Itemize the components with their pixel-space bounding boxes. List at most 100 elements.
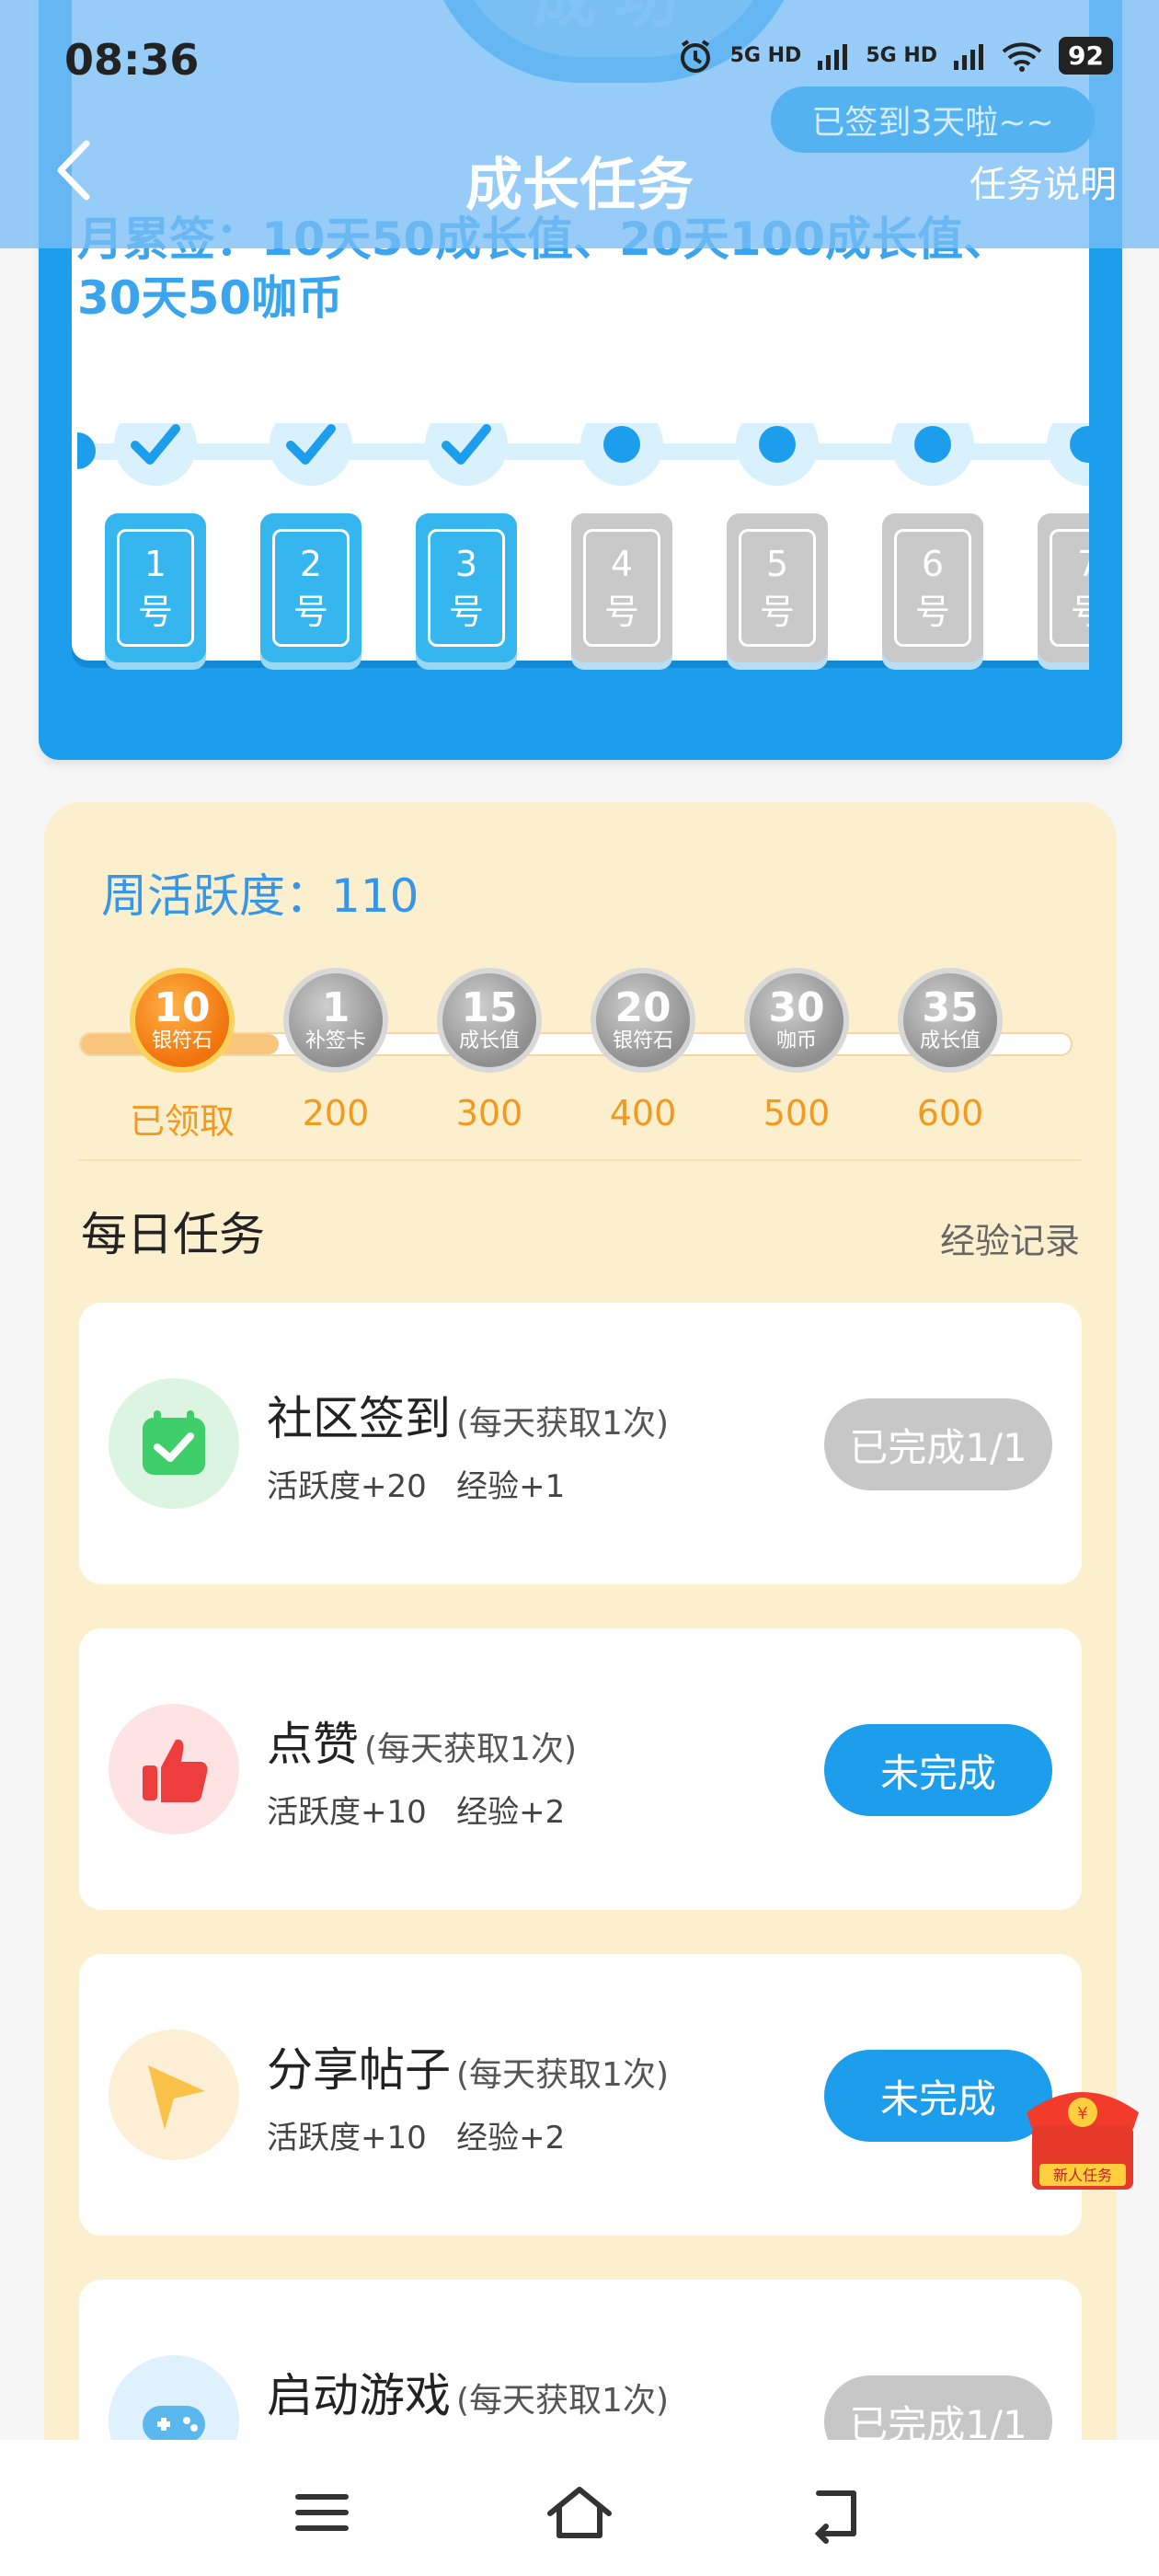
day-card-face: 5号 (739, 529, 816, 647)
signin-day: 1号 (105, 423, 206, 670)
task-name-row: 分享帖子 (每天获取1次) (267, 2033, 669, 2099)
exp-record-link[interactable]: 经验记录 (940, 1213, 1080, 1263)
pending-dot (891, 423, 974, 486)
milestone-threshold: 300 (455, 1093, 523, 1133)
top-bar: 08:36 5G HD 5G HD 92 成长任务 任务说明 已签到3天啦~~ (0, 0, 1159, 248)
reward-coin-icon: 20 银符石 (591, 968, 695, 1073)
gift-label: 新人任务 (1053, 2167, 1112, 2184)
task-status-button[interactable]: 未完成 (824, 1724, 1052, 1816)
day-unit: 号 (137, 592, 173, 632)
share-arrow-icon (109, 2030, 239, 2160)
task-status-button[interactable]: 未完成 (824, 2050, 1052, 2142)
signin-timeline: 1号2号3号4号5号6号7号 (77, 423, 1089, 699)
day-number: 1 (143, 544, 167, 584)
day-number: 5 (765, 544, 789, 584)
weekly-milestone[interactable]: 1 补签卡 200 (281, 968, 391, 1133)
task-reward: 活跃度+10 经验+2 (267, 1794, 566, 1831)
pending-dot (580, 423, 663, 486)
reward-coin-icon: 35 成长值 (898, 968, 1003, 1073)
reward-type: 补签卡 (304, 1029, 366, 1052)
task-frequency: (每天获取1次) (456, 2382, 669, 2420)
milestone-threshold: 600 (916, 1093, 984, 1133)
day-card[interactable]: 2号 (260, 513, 361, 662)
day-number: 2 (299, 544, 323, 584)
activity-panel: 周活跃度：110 10 银符石 已领取 1 补签卡 200 15 成长值 300 20 银符石 400… (44, 802, 1117, 2576)
signin-day: 2号 (260, 423, 361, 670)
reward-amount: 35 (922, 984, 979, 1031)
milestone-threshold: 已领取 (129, 1101, 235, 1142)
weekly-milestone[interactable]: 15 成长值 300 (434, 968, 545, 1133)
task-name: 启动游戏 (267, 2369, 451, 2422)
task-frequency: (每天获取1次) (456, 1405, 669, 1443)
day-card[interactable]: 5号 (727, 513, 828, 662)
weekly-milestone[interactable]: 20 银符石 400 (588, 968, 698, 1133)
thumbs-up-icon (109, 1704, 239, 1834)
reward-amount: 10 (154, 984, 211, 1031)
signin-day: 7号 (1038, 423, 1089, 670)
reward-coin-icon: 10 银符石 (130, 968, 235, 1073)
day-card[interactable]: 6号 (882, 513, 983, 662)
reward-type: 咖币 (775, 1029, 817, 1052)
gift-box-icon: ¥ 新人任务 (1027, 2092, 1139, 2190)
signal-icon (954, 43, 984, 70)
calendar-check-icon (109, 1378, 239, 1509)
day-number: 6 (921, 544, 945, 584)
checkmark-icon (425, 423, 508, 486)
task-name-row: 社区签到 (每天获取1次) (267, 1382, 669, 1448)
svg-text:¥: ¥ (1077, 2104, 1087, 2123)
wifi-icon (1002, 41, 1042, 72)
checkmark-icon (114, 423, 197, 486)
task-name-row: 点赞 (每天获取1次) (267, 1708, 577, 1774)
task-card: 点赞 (每天获取1次) 活跃度+10 经验+2 未完成 (79, 1628, 1082, 1910)
timeline-edge-dot (77, 432, 96, 469)
alarm-icon (680, 39, 710, 73)
task-name: 分享帖子 (267, 2043, 451, 2097)
status-time: 08:36 (64, 35, 200, 85)
network-label-1: 5G HD (729, 44, 802, 67)
day-card[interactable]: 1号 (105, 513, 206, 662)
day-unit: 号 (448, 592, 484, 632)
day-card[interactable]: 7号 (1038, 513, 1089, 662)
task-status-button[interactable]: 已完成1/1 (824, 1398, 1052, 1490)
newbie-task-gift[interactable]: ¥ 新人任务 (1019, 2076, 1146, 2195)
day-unit: 号 (603, 592, 639, 632)
battery-level: 92 (1059, 37, 1113, 75)
day-unit: 号 (293, 592, 328, 632)
task-name: 社区签到 (267, 1392, 451, 1445)
daily-tasks-title: 每日任务 (81, 1208, 265, 1261)
signin-day: 4号 (571, 423, 672, 670)
task-frequency: (每天获取1次) (456, 2056, 669, 2094)
weekly-milestone[interactable]: 30 咖币 500 (741, 968, 852, 1133)
weekly-milestone[interactable]: 10 银符石已领取 (127, 968, 237, 1144)
divider (79, 1159, 1082, 1161)
day-card-face: 6号 (894, 529, 971, 647)
reward-type: 银符石 (151, 1029, 212, 1052)
reward-type: 成长值 (458, 1029, 520, 1052)
reward-amount: 20 (614, 984, 671, 1031)
day-number: 3 (454, 544, 478, 584)
weekly-milestone[interactable]: 35 成长值 600 (895, 968, 1005, 1133)
reward-type: 银符石 (612, 1029, 673, 1052)
back-nav-icon[interactable] (800, 2480, 874, 2545)
menu-icon[interactable] (285, 2480, 359, 2545)
checkmark-icon (270, 423, 352, 486)
reward-coin-icon: 15 成长值 (437, 968, 542, 1073)
signed-days-pill: 已签到3天啦~~ (771, 86, 1095, 153)
milestone-threshold: 400 (609, 1093, 677, 1133)
home-icon[interactable] (543, 2480, 616, 2545)
day-card-face: 1号 (117, 529, 194, 647)
milestone-threshold: 500 (763, 1093, 831, 1133)
task-card: 社区签到 (每天获取1次) 活跃度+20 经验+1 已完成1/1 (79, 1303, 1082, 1584)
day-card[interactable]: 3号 (416, 513, 517, 662)
day-card-face: 4号 (583, 529, 660, 647)
day-number: 7 (1076, 544, 1089, 584)
status-icons: 5G HD 5G HD 92 (677, 37, 1113, 75)
day-card[interactable]: 4号 (571, 513, 672, 662)
task-reward: 活跃度+20 经验+1 (267, 1468, 566, 1505)
signin-day: 3号 (416, 423, 517, 670)
day-card-face: 3号 (428, 529, 505, 647)
task-rules-link[interactable]: 任务说明 (970, 155, 1117, 208)
reward-coin-icon: 1 补签卡 (283, 968, 388, 1073)
day-card-face: 2号 (272, 529, 350, 647)
reward-amount: 30 (768, 984, 825, 1031)
